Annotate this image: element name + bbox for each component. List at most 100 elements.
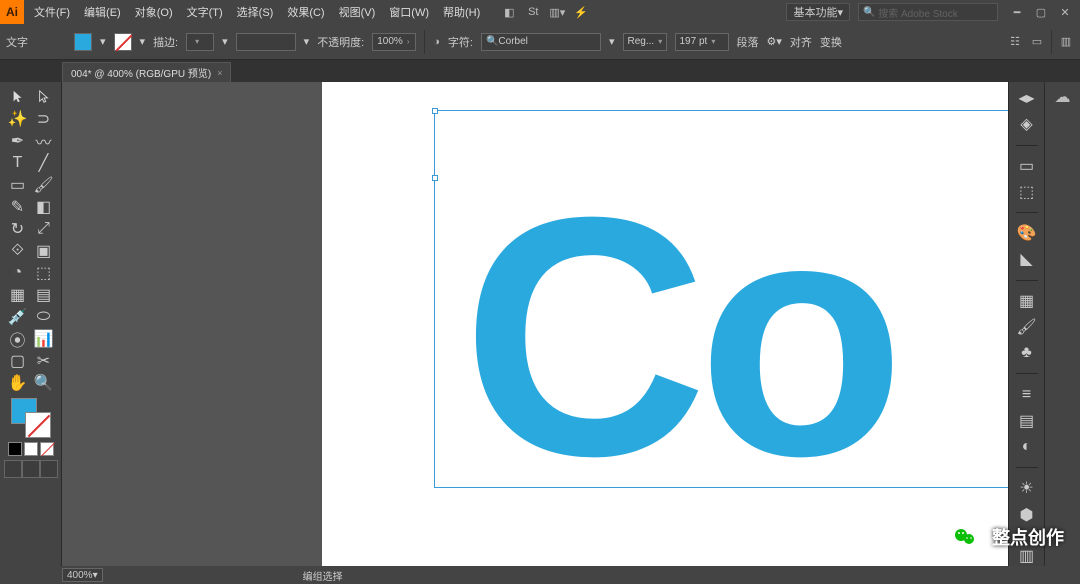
scale-tool[interactable]: ⤢ (31, 218, 57, 240)
align-label[interactable]: 对齐 (790, 34, 812, 50)
selection-handle[interactable] (432, 108, 438, 114)
gpu-icon[interactable]: ⚡ (572, 5, 590, 19)
mesh-tool[interactable]: ▦ (5, 284, 31, 306)
swatches-icon[interactable]: ▦ (1016, 291, 1038, 311)
toolbox: ✨⊃ ✒〰 T╱ ▭🖌 ✎◧ ↻⤢ ⟐▣ ◔⬚ ▦▤ 💉⬭ ⦿📊 ▢✂ ✋🔍 (0, 82, 62, 566)
curvature-tool[interactable]: 〰 (31, 130, 57, 152)
symbols-icon[interactable]: ♣ (1016, 343, 1038, 363)
draw-behind[interactable] (22, 460, 40, 478)
document-tab-bar: 004* @ 400% (RGB/GPU 预览) × (0, 60, 1080, 82)
transparency-icon[interactable]: ◐ (1016, 437, 1038, 457)
selection-tool[interactable] (5, 86, 31, 108)
menu-window[interactable]: 窗口(W) (387, 4, 431, 20)
isolate-icon[interactable]: ▭ (1029, 34, 1045, 50)
arrange-icon[interactable]: ▥▾ (548, 5, 566, 19)
stroke-weight[interactable]: ▾ (186, 33, 214, 51)
rotate-tool[interactable]: ↻ (5, 218, 31, 240)
rectangle-tool[interactable]: ▭ (5, 174, 31, 196)
line-tool[interactable]: ╱ (31, 152, 57, 174)
transform-label[interactable]: 变换 (820, 34, 842, 50)
layers-icon[interactable]: ◈ (1016, 114, 1038, 134)
font-family[interactable]: 🔍 Corbel (481, 33, 601, 51)
none-mode[interactable] (40, 442, 54, 456)
close-button[interactable]: ✕ (1054, 2, 1076, 22)
collapsed-panels: ◂▸ ◈ ▭ ⬚ 🎨 ◣ ▦ 🖌 ♣ ≡ ▤ ◐ ☀ ⬢ ▥ (1008, 82, 1044, 566)
gradient-tool[interactable]: ▤ (31, 284, 57, 306)
minimize-button[interactable]: ━ (1006, 2, 1028, 22)
paragraph-label[interactable]: 段落 (737, 34, 759, 50)
appearance-icon[interactable]: ☀ (1016, 478, 1038, 498)
artboards-icon[interactable]: ▭ (1016, 156, 1038, 176)
paintbrush-tool[interactable]: 🖌 (31, 174, 57, 196)
asset-icon[interactable]: ⬚ (1016, 182, 1038, 202)
menu-help[interactable]: 帮助(H) (441, 4, 482, 20)
direct-selection-tool[interactable] (31, 86, 57, 108)
symbol-sprayer-tool[interactable]: ⦿ (5, 328, 31, 350)
fill-swatch[interactable] (74, 33, 92, 51)
color-guide-icon[interactable]: ◣ (1016, 249, 1038, 269)
menu-effect[interactable]: 效果(C) (285, 4, 326, 20)
font-size[interactable]: 197 pt▾ (675, 33, 729, 51)
tab-close-icon[interactable]: × (217, 68, 222, 78)
panel-toggle[interactable]: ◂▸ (1016, 88, 1038, 108)
hand-tool[interactable]: ✋ (5, 372, 31, 394)
color-icon[interactable]: 🎨 (1016, 223, 1038, 243)
width-tool[interactable]: ⟐ (5, 240, 31, 262)
prefs-icon[interactable]: ▥ (1058, 34, 1074, 50)
column-graph-tool[interactable]: 📊 (31, 328, 57, 350)
watermark-text: 整点创作 (992, 524, 1064, 550)
opacity-value[interactable]: 100%› (372, 33, 416, 51)
perspective-tool[interactable]: ⬚ (31, 262, 57, 284)
draw-inside[interactable] (40, 460, 58, 478)
align-obj-icon[interactable]: ☷ (1007, 34, 1023, 50)
menu-object[interactable]: 对象(O) (133, 4, 175, 20)
eraser-tool[interactable]: ◧ (31, 196, 57, 218)
pen-tool[interactable]: ✒ (5, 130, 31, 152)
slice-tool[interactable]: ✂ (31, 350, 57, 372)
selection-handle-mid[interactable] (432, 175, 438, 181)
brushes-icon[interactable]: 🖌 (1016, 317, 1038, 337)
paragraph-icon[interactable]: ⚙▾ (767, 35, 782, 48)
menu-view[interactable]: 视图(V) (337, 4, 378, 20)
eyedropper-tool[interactable]: 💉 (5, 306, 31, 328)
artboard: Co (322, 82, 1008, 566)
menu-file[interactable]: 文件(F) (32, 4, 72, 20)
workspace-selector[interactable]: 基本功能 ▾ (786, 3, 850, 21)
status-bar: 400% ▾ 编组选择 (0, 566, 1080, 584)
type-tool[interactable]: T (5, 152, 31, 174)
font-style[interactable]: Reg...▾ (623, 33, 667, 51)
stroke-label: 描边: (153, 34, 178, 50)
control-bar: 文字 ▾ ▾ 描边: ▾ ▾ ▾ 不透明度: 100%› ◑ 字符: 🔍 Cor… (0, 24, 1080, 60)
maximize-button[interactable]: ▢ (1030, 2, 1052, 22)
fill-stroke-indicator[interactable] (11, 398, 51, 438)
color-mode[interactable] (8, 442, 22, 456)
stroke-profile[interactable] (236, 33, 296, 51)
menu-type[interactable]: 文字(T) (185, 4, 225, 20)
right-dock: ☁ (1044, 82, 1080, 566)
watermark: 整点创作 (946, 518, 1064, 556)
gradient-mode[interactable] (24, 442, 38, 456)
magic-wand-tool[interactable]: ✨ (5, 108, 31, 130)
free-transform-tool[interactable]: ▣ (31, 240, 57, 262)
gradient-panel-icon[interactable]: ▤ (1016, 411, 1038, 431)
artboard-tool[interactable]: ▢ (5, 350, 31, 372)
shape-builder-tool[interactable]: ◔ (5, 262, 31, 284)
zoom-tool[interactable]: 🔍 (31, 372, 57, 394)
menu-select[interactable]: 选择(S) (235, 4, 276, 20)
canvas[interactable]: Co (62, 82, 1008, 566)
stroke-panel-icon[interactable]: ≡ (1016, 384, 1038, 404)
draw-normal[interactable] (4, 460, 22, 478)
document-tab[interactable]: 004* @ 400% (RGB/GPU 预览) × (62, 62, 231, 82)
shaper-tool[interactable]: ✎ (5, 196, 31, 218)
lasso-tool[interactable]: ⊃ (31, 108, 57, 130)
recolor-icon[interactable]: ◑ (433, 36, 440, 48)
menu-items: 文件(F) 编辑(E) 对象(O) 文字(T) 选择(S) 效果(C) 视图(V… (32, 4, 482, 20)
stock-icon[interactable]: St (524, 5, 542, 19)
menu-edit[interactable]: 编辑(E) (82, 4, 123, 20)
libraries-icon[interactable]: ☁ (1052, 86, 1074, 108)
stock-search[interactable]: 🔍 搜索 Adobe Stock (858, 3, 998, 21)
zoom-level[interactable]: 400% ▾ (62, 568, 103, 582)
stroke-swatch[interactable] (114, 33, 132, 51)
bridge-icon[interactable]: ◧ (500, 5, 518, 19)
blend-tool[interactable]: ⬭ (31, 306, 57, 328)
